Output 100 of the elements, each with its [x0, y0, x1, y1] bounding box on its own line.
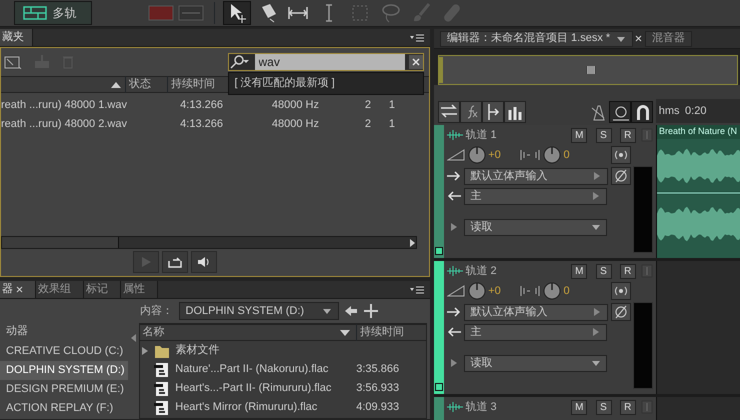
pan-value[interactable]: 0 — [564, 147, 608, 164]
volume-value[interactable]: +0 — [488, 283, 501, 300]
file-name: Heart's Mirror (Rimururu).flac — [175, 400, 318, 416]
track-color-strip[interactable] — [434, 125, 444, 258]
scroll-right-icon[interactable] — [408, 236, 416, 248]
output-arrow-icon — [446, 191, 461, 202]
volume-icon — [446, 285, 465, 298]
pan-knob[interactable] — [542, 282, 561, 300]
clear-icon[interactable] — [408, 55, 422, 69]
track-toggle-button[interactable]: S — [596, 264, 612, 279]
input-monitor-icon[interactable] — [641, 400, 654, 414]
audio-track-icon — [446, 266, 463, 276]
audio-file-icon — [154, 400, 170, 416]
file-name: reath ...ruru) 48000 1.wav — [1, 98, 128, 113]
submenu-arrow-icon — [592, 328, 600, 336]
multitrack-button[interactable]: 多轨 — [14, 1, 92, 25]
track-name[interactable]: 轨道 3 — [466, 399, 566, 416]
content-dropdown[interactable]: DOLPHIN SYSTEM (D:) — [178, 302, 338, 320]
track-name[interactable]: 轨道 2 — [466, 263, 566, 280]
panel-tab[interactable]: 器 — [0, 281, 36, 298]
drive-item[interactable]: DOLPHIN SYSTEM (D:) — [0, 361, 128, 380]
track-toggle-button[interactable]: S — [596, 128, 612, 143]
automation-dropdown[interactable]: 读取 — [464, 218, 606, 236]
panel-tab[interactable]: 标记 — [84, 281, 121, 298]
track-color-strip[interactable] — [434, 397, 444, 420]
sort-icon[interactable] — [338, 328, 351, 336]
phase-invert-icon[interactable] — [610, 303, 630, 321]
search-suggestion[interactable]: [ 没有匹配的最新项 ] — [228, 72, 424, 94]
submenu-arrow-icon — [592, 308, 601, 316]
loop-button[interactable] — [162, 251, 188, 274]
track-toggle-button[interactable]: R — [620, 128, 636, 143]
drive-item[interactable]: DESIGN PREMIUM (E:) — [0, 380, 128, 399]
panel-menu-icon[interactable] — [408, 286, 424, 294]
input-dropdown[interactable]: 默认立体声输入 — [464, 304, 608, 320]
monitor-icon[interactable] — [610, 146, 630, 164]
output-dropdown[interactable]: 主 — [464, 324, 606, 341]
input-monitor-icon[interactable] — [641, 128, 654, 142]
duration-cell-text: 3:35.866 — [356, 362, 400, 378]
audio-track-icon — [446, 130, 463, 140]
caret-icon — [322, 307, 332, 315]
track-toggle-button[interactable]: M — [571, 264, 588, 279]
column-header[interactable]: 持续时间 — [167, 76, 215, 93]
close-icon[interactable] — [635, 35, 642, 42]
output-arrow-icon — [446, 327, 461, 338]
pan-value[interactable]: 0 — [564, 283, 608, 300]
track-toggle-button[interactable]: R — [620, 400, 636, 415]
expand-icon[interactable] — [142, 346, 148, 354]
track-toggle-button[interactable]: R — [620, 264, 636, 279]
editor-tab[interactable]: 编辑器：未命名混音项目 1.sesx * — [440, 30, 633, 46]
pan-knob[interactable] — [542, 146, 561, 164]
volume-value[interactable]: +0 — [488, 147, 501, 164]
panel-tab[interactable]: 效果组 — [36, 281, 84, 298]
track-toggle-button[interactable]: M — [571, 128, 588, 143]
panel-tab[interactable]: 属性 — [120, 281, 158, 298]
audio-file-icon — [154, 380, 170, 396]
column-header[interactable]: 持续时间 — [356, 324, 426, 341]
drive-item[interactable]: ACTION REPLAY (F:) — [0, 399, 128, 418]
track-toggle-button[interactable]: M — [571, 400, 588, 415]
sort-icon[interactable] — [110, 80, 122, 88]
multitrack-icon — [23, 6, 47, 20]
panel-tab[interactable]: 藏夹 — [0, 29, 33, 46]
track-toggle-button[interactable]: S — [596, 400, 612, 415]
panel-menu-icon[interactable] — [408, 34, 424, 42]
time-ruler[interactable]: hms 0:20 — [656, 99, 740, 123]
automation-dropdown[interactable]: 读取 — [464, 354, 606, 372]
monitor-icon[interactable] — [610, 282, 630, 300]
list-header: 动器 — [5, 324, 29, 339]
output-dropdown[interactable]: 主 — [464, 188, 606, 205]
search-field[interactable]: wav — [228, 53, 424, 71]
editor-tab[interactable]: 混音器 — [645, 30, 692, 46]
input-monitor-icon[interactable] — [641, 264, 654, 278]
track-color-strip[interactable] — [434, 261, 444, 394]
scroll-thumb[interactable] — [2, 236, 119, 248]
search-icon[interactable] — [228, 55, 250, 69]
caret-icon[interactable] — [616, 34, 626, 42]
audio-file-icon — [154, 362, 170, 378]
audio-track-icon — [446, 402, 463, 412]
back-arrow-icon[interactable] — [344, 305, 358, 317]
table-cell-text: 1 — [388, 98, 395, 113]
channels-cell-text: 2 — [364, 98, 371, 113]
grip-icon[interactable] — [587, 66, 597, 74]
drive-item[interactable]: CREATIVE CLOUD (C:) — [0, 342, 128, 361]
phase-invert-icon[interactable] — [610, 167, 630, 185]
add-icon[interactable] — [364, 304, 378, 318]
column-header[interactable]: 状态 — [125, 76, 167, 93]
column-header[interactable]: 名称 — [142, 324, 336, 341]
track-name[interactable]: 轨道 1 — [466, 127, 566, 144]
close-icon[interactable] — [16, 286, 23, 293]
autoplay-button[interactable] — [190, 251, 217, 274]
input-dropdown[interactable]: 默认立体声输入 — [464, 168, 608, 184]
volume-knob[interactable] — [468, 282, 486, 300]
duration-cell-text: 4:13.266 — [179, 98, 223, 113]
collapse-handle-icon[interactable] — [130, 334, 136, 342]
import-icon[interactable] — [4, 55, 22, 69]
horizontal-scrollbar[interactable] — [1, 236, 417, 248]
volume-knob[interactable] — [468, 146, 486, 164]
pan-icon — [520, 285, 540, 298]
sample-rate-cell-text: 48000 Hz — [270, 117, 319, 132]
input-arrow-icon — [446, 171, 461, 181]
folder-name[interactable]: 素材文件 — [175, 342, 426, 359]
